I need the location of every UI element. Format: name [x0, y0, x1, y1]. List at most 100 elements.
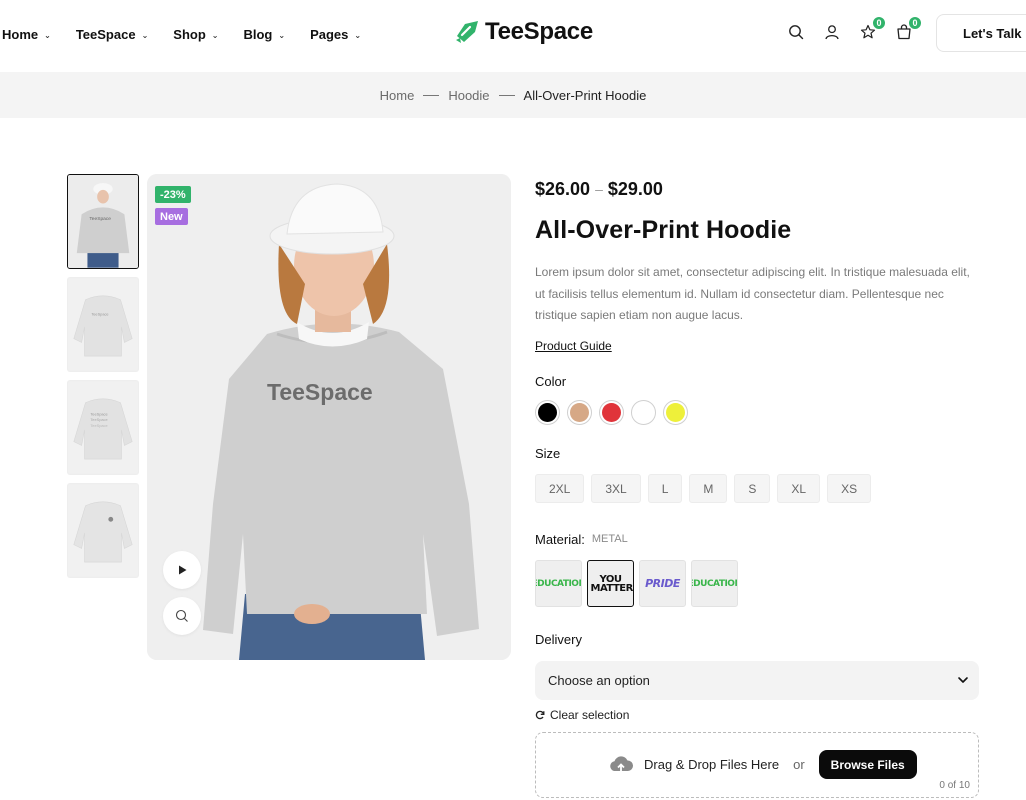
swatch-fill: [570, 403, 589, 422]
model-thumbnail-image: TeeSpace: [68, 175, 138, 268]
nav-item-blog[interactable]: Blog ⌄: [243, 24, 285, 44]
main-nav: Home ⌄ TeeSpace ⌄ Shop ⌄ Blog ⌄ Pages ⌄: [2, 24, 386, 44]
main-product-image[interactable]: TeeSpace -23% New: [147, 174, 511, 660]
color-swatch-white[interactable]: [631, 400, 656, 425]
sweatshirt-thumbnail-image: TeeSpace: [68, 278, 138, 371]
product-details: $26.00 – $29.00 All-Over-Print Hoodie Lo…: [535, 176, 980, 798]
model-image: TeeSpace: [147, 174, 511, 660]
svg-text:TeeSpace: TeeSpace: [89, 216, 111, 222]
browse-files-button[interactable]: Browse Files: [818, 750, 917, 779]
thumbnail-1[interactable]: TeeSpace: [67, 174, 139, 269]
nav-label: TeeSpace: [75, 26, 136, 42]
play-video-button[interactable]: [163, 551, 201, 589]
price-range: $26.00 – $29.00: [535, 176, 980, 202]
chevron-down-icon: ⌄: [141, 30, 149, 40]
svg-text:TeeSpace: TeeSpace: [90, 423, 107, 428]
account-button[interactable]: [822, 22, 842, 42]
thumbnail-2[interactable]: TeeSpace: [67, 277, 139, 372]
wishlist-button[interactable]: 0: [858, 16, 886, 42]
dropzone-content: Drag & Drop Files Here or Browse Files: [608, 750, 917, 779]
nav-item-home[interactable]: Home ⌄: [2, 24, 51, 44]
nav-label: Shop: [173, 26, 206, 42]
color-swatch-red[interactable]: [599, 400, 624, 425]
product-guide-link[interactable]: Product Guide: [535, 339, 612, 353]
breadcrumb-current: All-Over-Print Hoodie: [523, 87, 647, 103]
search-button[interactable]: [786, 22, 806, 42]
material-option-text: YOU MATTER: [590, 573, 634, 594]
cart-count-badge: 0: [908, 16, 922, 30]
zoom-button[interactable]: [163, 597, 201, 635]
clear-selection-link[interactable]: Clear selection: [535, 708, 629, 722]
product-description: Lorem ipsum dolor sit amet, consectetur …: [535, 265, 970, 322]
material-option-you-matter[interactable]: YOU MATTER: [587, 560, 634, 607]
svg-text:TeeSpace: TeeSpace: [90, 417, 107, 422]
site-logo[interactable]: TeeSpace: [453, 18, 593, 46]
price-separator: –: [595, 181, 603, 197]
zoom-icon: [175, 609, 188, 622]
size-option-2xl[interactable]: 2XL: [535, 474, 585, 503]
size-option-xl[interactable]: XL: [777, 474, 821, 503]
size-option-3xl[interactable]: 3XL: [591, 474, 641, 503]
dropzone-or: or: [793, 757, 805, 772]
material-options: EDUCATION YOU MATTER PRIDE EDUCATION: [535, 560, 743, 607]
color-swatch-black[interactable]: [535, 400, 560, 425]
shirt-print-text: TeeSpace: [267, 379, 373, 405]
material-option-education-2[interactable]: EDUCATION: [691, 560, 738, 607]
chevron-down-icon: ⌄: [278, 30, 286, 40]
cart-button[interactable]: 0: [894, 16, 922, 42]
color-swatches: [535, 400, 695, 425]
nav-label: Pages: [310, 26, 349, 42]
sweatshirt-thumbnail-image: TeeSpace TeeSpace TeeSpace: [68, 381, 138, 474]
chevron-down-icon: ⌄: [211, 30, 219, 40]
thumbnail-3[interactable]: TeeSpace TeeSpace TeeSpace: [67, 380, 139, 475]
file-upload-dropzone[interactable]: Drag & Drop Files Here or Browse Files 0…: [535, 732, 979, 798]
size-option-l[interactable]: L: [647, 474, 683, 503]
material-option-text: EDUCATION: [692, 578, 737, 589]
user-icon: [825, 25, 839, 40]
size-options: 2XL 3XL L M S XL XS: [535, 474, 878, 503]
material-label: Material:: [535, 532, 585, 547]
lets-talk-button[interactable]: Let's Talk: [936, 14, 1026, 52]
price-min: $26.00: [535, 178, 591, 199]
refresh-icon: [535, 710, 545, 720]
price-max: $29.00: [607, 178, 663, 199]
file-count: 0 of 10: [939, 780, 970, 791]
nav-item-pages[interactable]: Pages ⌄: [310, 24, 361, 44]
site-header: Home ⌄ TeeSpace ⌄ Shop ⌄ Blog ⌄ Pages ⌄ TeeSp…: [0, 0, 1026, 72]
material-option-pride[interactable]: PRIDE: [639, 560, 686, 607]
color-label: Color: [535, 374, 567, 389]
svg-text:TeeSpace: TeeSpace: [90, 411, 107, 416]
cloud-upload-icon: [610, 755, 634, 773]
swatch-fill: [634, 403, 653, 422]
material-option-text: PRIDE: [645, 577, 680, 590]
material-option-education[interactable]: EDUCATION: [535, 560, 582, 607]
color-swatch-tan[interactable]: [567, 400, 592, 425]
nav-item-teespace[interactable]: TeeSpace ⌄: [76, 24, 148, 44]
delivery-select-value: Choose an option: [548, 673, 650, 688]
play-icon: [179, 565, 187, 575]
nav-label: Blog: [243, 26, 273, 42]
product-title: All-Over-Print Hoodie: [535, 216, 792, 244]
logo-text: TeeSpace: [485, 18, 593, 45]
nav-label: Home: [2, 26, 39, 42]
size-option-s[interactable]: S: [734, 474, 771, 503]
swatch-fill: [666, 403, 685, 422]
size-option-m[interactable]: M: [689, 474, 728, 503]
sale-badge: -23%: [155, 186, 191, 203]
chevron-down-icon: [958, 677, 968, 683]
breadcrumb-home[interactable]: Home: [380, 88, 415, 103]
color-swatch-yellow[interactable]: [663, 400, 688, 425]
breadcrumb-hoodie[interactable]: Hoodie: [448, 88, 489, 103]
header-icons: 0 0: [786, 16, 930, 42]
thumbnail-4[interactable]: [67, 483, 139, 578]
search-icon: [789, 25, 804, 40]
clear-selection-label: Clear selection: [550, 708, 630, 722]
svg-text:TeeSpace: TeeSpace: [91, 311, 108, 316]
size-label: Size: [535, 446, 561, 461]
delivery-select[interactable]: Choose an option: [535, 661, 979, 700]
thumbnail-list: TeeSpace TeeSpace TeeSpace TeeSpace TeeS…: [67, 174, 139, 586]
material-value: METAL: [591, 533, 628, 545]
nav-item-shop[interactable]: Shop ⌄: [173, 24, 218, 44]
chevron-down-icon: ⌄: [354, 30, 362, 40]
size-option-xs[interactable]: XS: [827, 474, 872, 503]
